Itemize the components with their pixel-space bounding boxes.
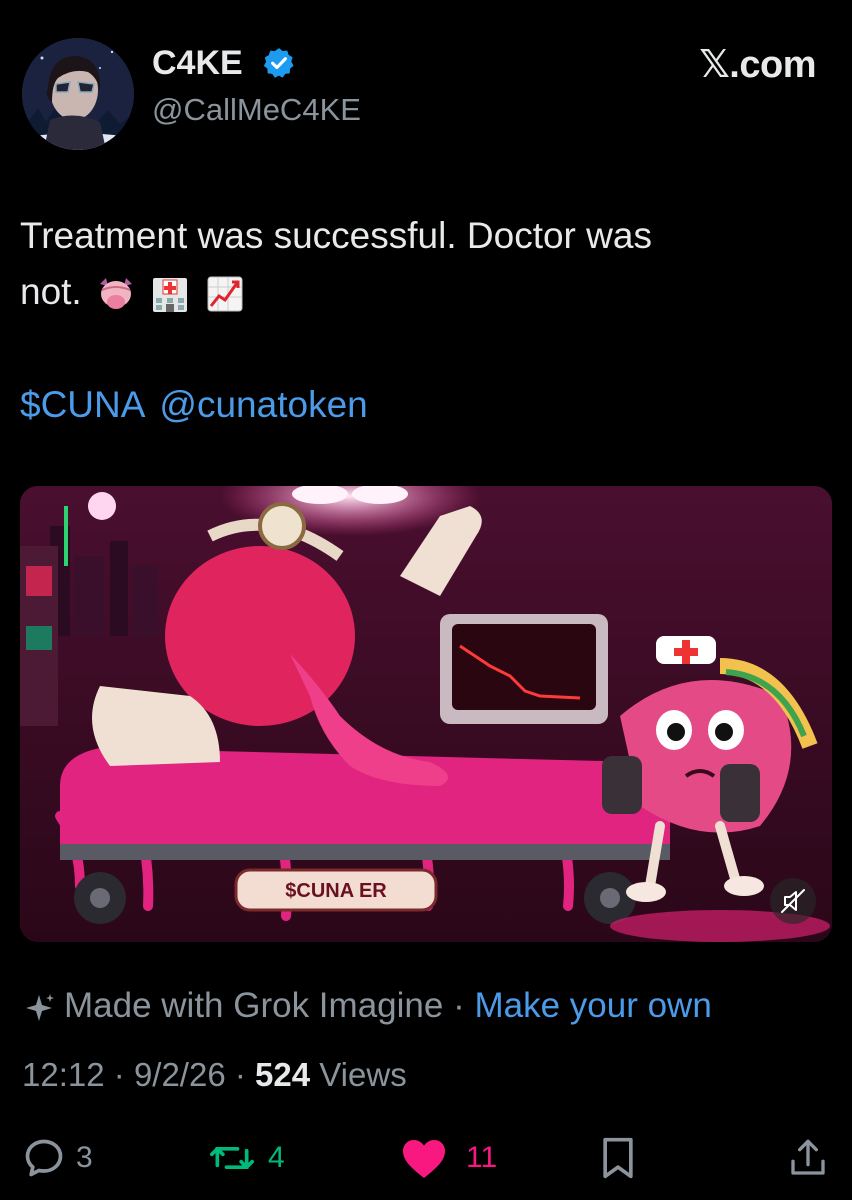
muted-speaker-icon: [781, 889, 805, 913]
author-handle[interactable]: @CallMeC4KE: [152, 92, 361, 128]
views-count: 524: [255, 1056, 311, 1093]
reply-icon: [25, 1139, 63, 1177]
tongue-face-emoji: [96, 274, 136, 314]
tweet-text: Treatment was successful. Doctor was not…: [20, 208, 820, 320]
meta-separator: ·: [234, 1056, 246, 1093]
tweet-media-video[interactable]: $CUNA ER: [20, 486, 832, 942]
hospital-emoji: [150, 274, 190, 314]
action-bar: 3 4 11: [0, 1130, 852, 1186]
share-icon: [791, 1139, 825, 1175]
avatar[interactable]: [22, 38, 134, 150]
mute-button[interactable]: [770, 878, 816, 924]
tweet-date[interactable]: 9/2/26: [134, 1056, 226, 1093]
bookmark-icon: [603, 1137, 633, 1179]
mention-link[interactable]: @cunatoken: [159, 384, 367, 425]
views-label: Views: [319, 1056, 407, 1093]
sparkle-icon: [22, 991, 56, 1025]
tweet-time[interactable]: 12:12: [22, 1056, 105, 1093]
heart-icon: [403, 1140, 445, 1178]
reply-count: 3: [76, 1141, 93, 1174]
grok-attribution: Made with Grok Imagine · Make your own: [22, 986, 712, 1026]
gurney-sign-text: $CUNA ER: [285, 880, 387, 902]
share-button[interactable]: [788, 1130, 828, 1186]
like-button[interactable]: 11: [400, 1130, 497, 1186]
tweet-meta: 12:12 · 9/2/26 · 524 Views: [22, 1056, 407, 1094]
tweet-line-1: Treatment was successful. Doctor was: [20, 215, 652, 256]
chart-increasing-emoji: [205, 274, 245, 314]
tweet-line-2: not.: [20, 264, 820, 320]
make-your-own-link[interactable]: Make your own: [474, 986, 711, 1025]
bookmark-button[interactable]: [598, 1130, 638, 1186]
like-count: 11: [466, 1141, 498, 1174]
meta-separator: ·: [113, 1056, 125, 1093]
grok-text: Made with Grok Imagine: [64, 986, 444, 1025]
verified-badge-icon: [262, 46, 296, 80]
display-name[interactable]: C4KE: [152, 44, 243, 83]
repost-button[interactable]: 4: [208, 1130, 285, 1186]
grok-separator: ·: [453, 986, 465, 1025]
reply-button[interactable]: 3: [22, 1130, 93, 1186]
media-illustration: $CUNA ER: [20, 486, 832, 942]
tweet-line-2-text: not.: [20, 271, 82, 312]
brand-label: 𝕏.com: [699, 44, 816, 86]
tweet-links: $CUNA @cunatoken: [20, 384, 382, 426]
repost-count: 4: [268, 1141, 285, 1174]
repost-icon: [209, 1147, 254, 1169]
cashtag-link[interactable]: $CUNA: [20, 384, 145, 425]
